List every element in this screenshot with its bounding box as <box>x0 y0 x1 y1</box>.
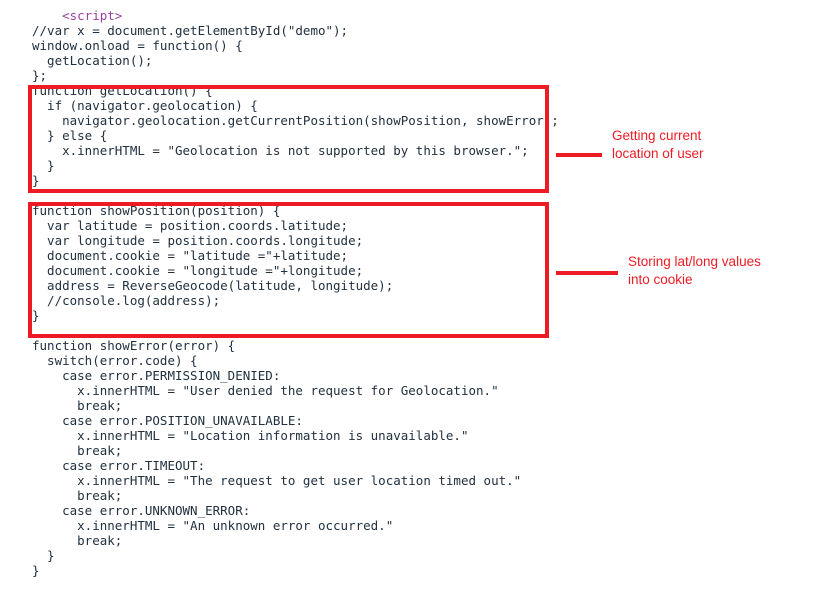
annotation-connector-getting-current-location <box>556 153 602 157</box>
code-line: break; <box>32 398 123 413</box>
annotation-label-storing-lat-long-cookie: Storing lat/long values into cookie <box>628 254 761 287</box>
code-line: <script> <box>32 8 123 23</box>
code-line: x.innerHTML = "The request to get user l… <box>32 473 522 488</box>
code-line: //var x = document.getElementById("demo"… <box>32 23 349 38</box>
code-line: function showPosition(position) { <box>32 203 281 218</box>
code-line: case error.UNKNOWN_ERROR: <box>32 503 251 518</box>
code-line: var latitude = position.coords.latitude; <box>32 218 349 233</box>
code-line: x.innerHTML = "An unknown error occurred… <box>32 518 394 533</box>
code-line: } <box>32 548 55 563</box>
code-line: switch(error.code) { <box>32 353 198 368</box>
code-line: case error.POSITION_UNAVAILABLE: <box>32 413 303 428</box>
code-line: window.onload = function() { <box>32 38 243 53</box>
code-line: case error.PERMISSION_DENIED: <box>32 368 281 383</box>
code-line: } <box>32 173 40 188</box>
code-listing: <script>//var x = document.getElementByI… <box>0 0 831 589</box>
code-line: } <box>32 563 40 578</box>
code-line: case error.TIMEOUT: <box>32 458 206 473</box>
code-line: }; <box>32 68 48 83</box>
code-line: break; <box>32 488 123 503</box>
code-line: } else { <box>32 128 108 143</box>
code-line: //console.log(address); <box>32 293 221 308</box>
code-line: break; <box>32 533 123 548</box>
code-line: } <box>32 158 55 173</box>
code-line: navigator.geolocation.getCurrentPosition… <box>32 113 559 128</box>
code-line: x.innerHTML = "Geolocation is not suppor… <box>32 143 529 158</box>
annotation-connector-storing-lat-long-cookie <box>556 271 618 275</box>
code-line: function getLocation() { <box>32 83 213 98</box>
code-line: document.cookie = "latitude ="+latitude; <box>32 248 349 263</box>
code-line: if (navigator.geolocation) { <box>32 98 258 113</box>
code-line: document.cookie = "longitude ="+longitud… <box>32 263 364 278</box>
annotation-label-getting-current-location: Getting current location of user <box>612 128 704 161</box>
code-line: x.innerHTML = "User denied the request f… <box>32 383 499 398</box>
code-line: x.innerHTML = "Location information is u… <box>32 428 469 443</box>
code-line: } <box>32 308 40 323</box>
code-line: function showError(error) { <box>32 338 236 353</box>
code-line: getLocation(); <box>32 53 153 68</box>
code-line: break; <box>32 443 123 458</box>
code-line: address = ReverseGeocode(latitude, longi… <box>32 278 394 293</box>
code-line: var longitude = position.coords.longitud… <box>32 233 364 248</box>
